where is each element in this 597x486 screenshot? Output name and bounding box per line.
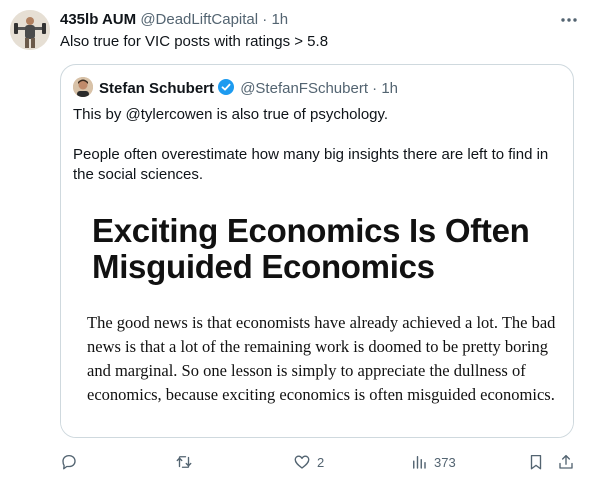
quote-display-name[interactable]: Stefan Schubert <box>99 80 214 97</box>
retweet-button[interactable] <box>175 452 193 472</box>
tweet-text: Also true for VIC posts with ratings > 5… <box>60 33 329 50</box>
heart-icon <box>294 455 310 469</box>
analytics-icon <box>413 456 426 469</box>
views-button[interactable]: 373 <box>410 452 456 472</box>
tweet-header: 435lb AUM @DeadLiftCapital · 1h <box>60 10 288 30</box>
quote-paragraph: This by @tylercowen is also true of psyc… <box>73 106 389 123</box>
bookmark-icon <box>530 454 542 470</box>
timestamp[interactable]: · 1h <box>262 11 288 28</box>
quote-text: This by @tylercowen is also true of psyc… <box>73 105 563 205</box>
quote-paragraph: People often overestimate how many big i… <box>73 146 549 183</box>
quote-avatar[interactable] <box>73 77 93 97</box>
quote-user-handle[interactable]: @StefanFSchubert <box>240 80 368 97</box>
reply-icon <box>62 454 76 470</box>
action-bar: 2 373 <box>0 448 597 476</box>
quote-image[interactable]: Exciting Economics Is Often Misguided Ec… <box>61 193 573 437</box>
retweet-icon <box>176 456 192 468</box>
more-options-icon[interactable] <box>559 12 579 28</box>
share-button[interactable] <box>557 452 575 472</box>
article-title: Exciting Economics Is Often Misguided Ec… <box>92 212 530 285</box>
tweet-card[interactable]: 435lb AUM @DeadLiftCapital · 1h Also tru… <box>0 0 597 486</box>
reply-button[interactable] <box>60 452 78 472</box>
quote-header: Stefan Schubert @StefanFSchubert · 1h <box>73 77 398 99</box>
quoted-tweet[interactable]: Stefan Schubert @StefanFSchubert · 1h Th… <box>60 64 574 438</box>
like-count: 2 <box>317 454 325 470</box>
article-body: The good news is that economists have al… <box>87 313 556 404</box>
display-name[interactable]: 435lb AUM <box>60 11 136 28</box>
quote-timestamp[interactable]: · 1h <box>372 80 398 97</box>
user-avatar[interactable] <box>10 10 50 50</box>
like-button[interactable]: 2 <box>293 452 324 472</box>
share-icon <box>559 454 573 469</box>
user-handle[interactable]: @DeadLiftCapital <box>140 11 258 28</box>
views-count: 373 <box>434 454 456 470</box>
verified-badge-icon <box>218 79 235 95</box>
bookmark-button[interactable] <box>527 452 545 472</box>
